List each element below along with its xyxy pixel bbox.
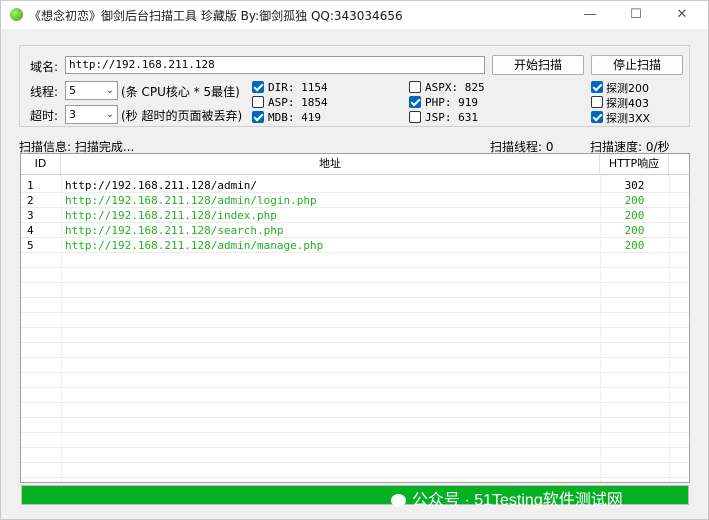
row-id: 4 <box>27 224 34 237</box>
threads-value: 5 <box>69 84 76 97</box>
aspx-checkbox[interactable] <box>409 81 421 93</box>
detect-3xx-label: 探测3XX <box>606 112 651 125</box>
table-row[interactable] <box>21 418 689 433</box>
maximize-button[interactable]: ☐ <box>613 1 659 29</box>
jsp-label: JSP: 631 <box>425 111 478 124</box>
row-url: http://192.168.211.128/index.php <box>65 209 277 222</box>
detect-200-label: 探测200 <box>606 82 649 95</box>
table-row[interactable] <box>21 433 689 448</box>
table-row[interactable] <box>21 448 689 463</box>
table-row[interactable] <box>21 268 689 283</box>
table-row[interactable]: 3 http://192.168.211.128/index.php 200 <box>21 208 689 223</box>
mdb-label: MDB: 419 <box>268 111 321 124</box>
row-url: http://192.168.211.128/admin/ <box>65 179 258 192</box>
row-id: 5 <box>27 239 34 252</box>
row-id: 3 <box>27 209 34 222</box>
table-row[interactable]: 5 http://192.168.211.128/admin/manage.php… <box>21 238 689 253</box>
stop-scan-button[interactable]: 停止扫描 <box>591 55 683 75</box>
title-bar[interactable]: 《想念初恋》御剑后台扫描工具 珍藏版 By:御剑孤独 QQ:343034656 … <box>1 1 708 29</box>
results-table[interactable]: ID 地址 HTTP响应 1 http://192.168.211.128/adm… <box>20 153 690 483</box>
column-header-id[interactable]: ID <box>21 154 61 174</box>
column-header-http[interactable]: HTTP响应 <box>600 154 669 174</box>
column-header-url[interactable]: 地址 <box>61 154 600 174</box>
table-row[interactable]: 4 http://192.168.211.128/search.php 200 <box>21 223 689 238</box>
detect-403-label: 探测403 <box>606 97 649 110</box>
app-icon <box>10 8 23 21</box>
table-row[interactable] <box>21 388 689 403</box>
timeout-value: 3 <box>69 108 76 121</box>
table-row[interactable] <box>21 298 689 313</box>
row-url: http://192.168.211.128/admin/manage.php <box>65 239 324 252</box>
row-http-code: 200 <box>624 209 645 222</box>
table-header: ID 地址 HTTP响应 <box>21 154 689 175</box>
row-id: 2 <box>27 194 34 207</box>
row-id: 1 <box>27 179 34 192</box>
row-url: http://192.168.211.128/admin/login.php <box>65 194 317 207</box>
asp-checkbox[interactable] <box>252 96 264 108</box>
timeout-hint: (秒 超时的页面被丢弃) <box>121 109 243 123</box>
timeout-select[interactable]: 3 ⌄ <box>65 105 118 124</box>
aspx-label: ASPX: 825 <box>425 81 485 94</box>
table-row[interactable] <box>21 253 689 268</box>
watermark-text: 公众号 · 51Testing软件测试网 <box>412 492 623 509</box>
php-checkbox[interactable] <box>409 96 421 108</box>
minimize-button[interactable]: — <box>567 1 613 29</box>
threads-select[interactable]: 5 ⌄ <box>65 81 118 100</box>
table-row[interactable] <box>21 343 689 358</box>
asp-label: ASP: 1854 <box>268 96 328 109</box>
row-http-code: 302 <box>624 179 645 192</box>
dir-label: DIR: 1154 <box>268 81 328 94</box>
chevron-down-icon: ⌄ <box>105 109 114 120</box>
threads-label: 线程: <box>30 85 59 99</box>
row-http-code: 200 <box>624 224 645 237</box>
table-row[interactable] <box>21 373 689 388</box>
table-row[interactable] <box>21 328 689 343</box>
table-row[interactable] <box>21 403 689 418</box>
detect-3xx-checkbox[interactable] <box>591 111 603 123</box>
php-label: PHP: 919 <box>425 96 478 109</box>
table-row[interactable] <box>21 358 689 373</box>
close-button[interactable]: ✕ <box>659 1 705 29</box>
domain-label: 域名: <box>30 60 59 74</box>
chevron-down-icon: ⌄ <box>105 85 114 96</box>
dir-checkbox[interactable] <box>252 81 264 93</box>
row-url: http://192.168.211.128/search.php <box>65 224 284 237</box>
table-row[interactable]: 1 http://192.168.211.128/admin/302 <box>21 178 689 193</box>
main-window: 《想念初恋》御剑后台扫描工具 珍藏版 By:御剑孤独 QQ:343034656 … <box>0 0 709 520</box>
timeout-label: 超时: <box>30 109 59 123</box>
table-row[interactable] <box>21 463 689 478</box>
threads-hint: (条 CPU核心 * 5最佳) <box>121 85 240 99</box>
wechat-icon <box>391 494 406 507</box>
row-http-code: 200 <box>624 239 645 252</box>
detect-200-checkbox[interactable] <box>591 81 603 93</box>
jsp-checkbox[interactable] <box>409 111 421 123</box>
table-row[interactable] <box>21 283 689 298</box>
table-row[interactable]: 2 http://192.168.211.128/admin/login.php 2… <box>21 193 689 208</box>
start-scan-button[interactable]: 开始扫描 <box>492 55 584 75</box>
row-http-code: 200 <box>624 194 645 207</box>
domain-input[interactable]: http://192.168.211.128 <box>65 56 485 74</box>
watermark: 公众号 · 51Testing软件测试网 <box>391 486 623 510</box>
table-row[interactable] <box>21 313 689 328</box>
mdb-checkbox[interactable] <box>252 111 264 123</box>
detect-403-checkbox[interactable] <box>591 96 603 108</box>
window-title: 《想念初恋》御剑后台扫描工具 珍藏版 By:御剑孤独 QQ:343034656 <box>29 9 403 23</box>
